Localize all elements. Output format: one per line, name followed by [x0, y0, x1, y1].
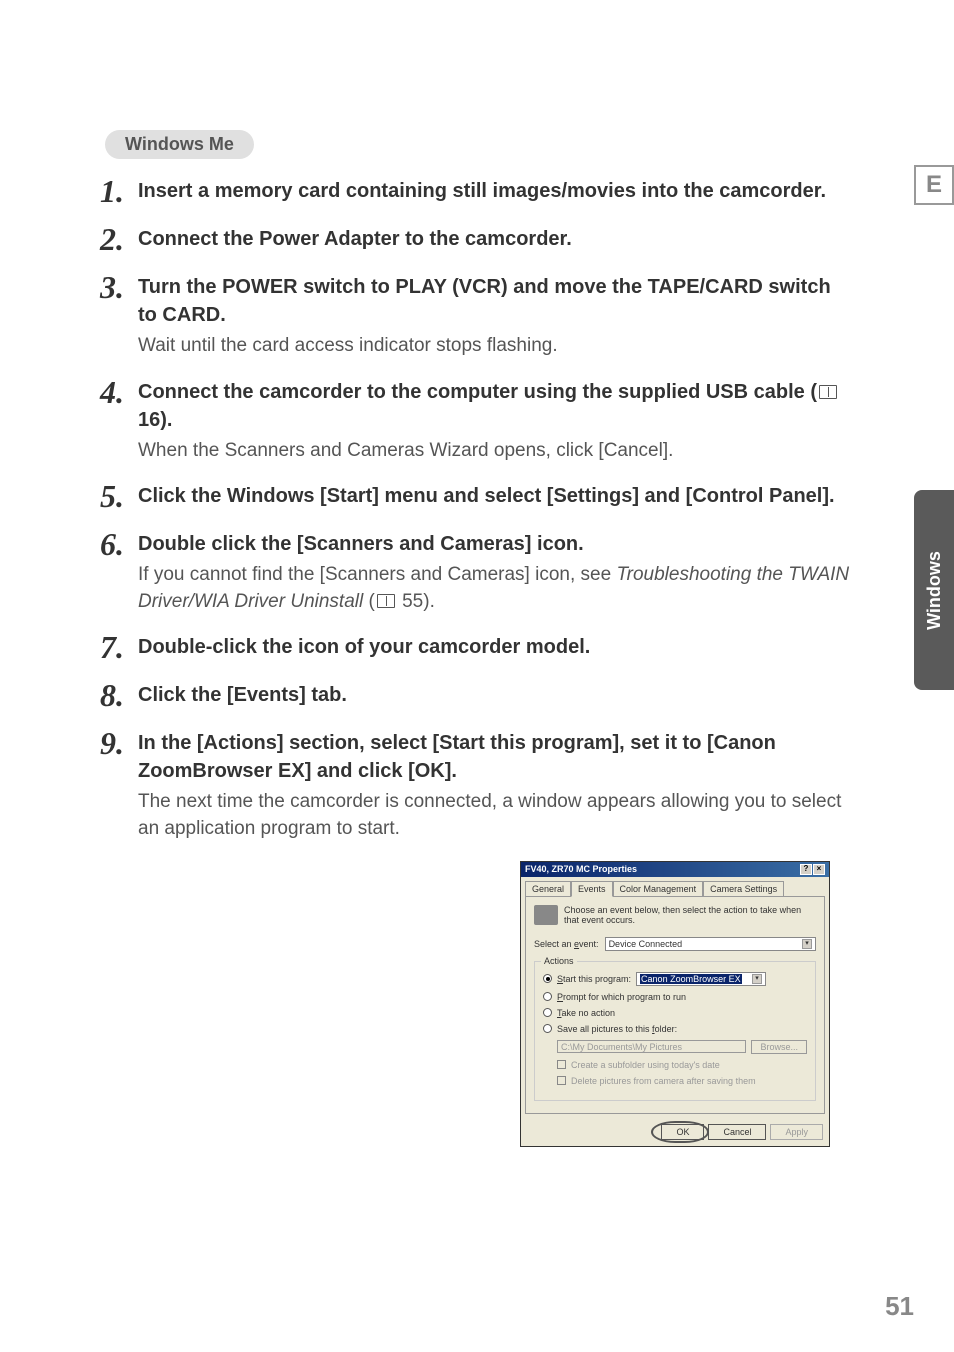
step-number: 2: [100, 223, 138, 255]
step-title: Click the Windows [Start] menu and selec…: [138, 482, 854, 510]
section-tab-windows: Windows: [914, 490, 954, 690]
step-title: Turn the POWER switch to PLAY (VCR) and …: [138, 273, 854, 329]
manual-ref-icon: [377, 594, 395, 608]
page-number: 51: [885, 1291, 914, 1322]
tab-camera-settings[interactable]: Camera Settings: [703, 881, 784, 896]
section-tab-label: Windows: [924, 551, 945, 630]
step-number: 1: [100, 175, 138, 207]
actions-group-label: Actions: [541, 956, 577, 966]
step-subtext: When the Scanners and Cameras Wizard ope…: [138, 438, 854, 465]
step-number: 9: [100, 727, 138, 759]
tab-color-management[interactable]: Color Management: [613, 881, 704, 896]
step-2: 2 Connect the Power Adapter to the camco…: [100, 225, 854, 255]
step-7: 7 Double-click the icon of your camcorde…: [100, 633, 854, 663]
step-title: Double-click the icon of your camcorder …: [138, 633, 854, 661]
step-number: 6: [100, 528, 138, 560]
ok-button[interactable]: OK: [661, 1124, 704, 1140]
step-3: 3 Turn the POWER switch to PLAY (VCR) an…: [100, 273, 854, 360]
radio-take-no-action-label: Take no action: [557, 1008, 615, 1018]
checkbox-subfolder[interactable]: [557, 1060, 566, 1069]
step-title: Insert a memory card containing still im…: [138, 177, 854, 205]
step-sub-post: (: [363, 591, 375, 612]
step-4: 4 Connect the camcorder to the computer …: [100, 378, 854, 465]
step-5: 5 Click the Windows [Start] menu and sel…: [100, 482, 854, 512]
select-event-dropdown[interactable]: Device Connected ▾: [605, 937, 816, 951]
language-badge: E: [914, 165, 954, 205]
properties-dialog: FV40, ZR70 MC Properties ? × General Eve…: [520, 861, 830, 1147]
chevron-down-icon: ▾: [752, 974, 762, 984]
dialog-titlebar: FV40, ZR70 MC Properties ? ×: [521, 862, 829, 877]
step-title: Double click the [Scanners and Cameras] …: [138, 530, 854, 558]
step-sub-pre: If you cannot find the [Scanners and Cam…: [138, 564, 616, 585]
select-event-label: Select an event:: [534, 939, 599, 949]
radio-save-all-label: Save all pictures to this folder:: [557, 1024, 677, 1034]
select-event-value: Device Connected: [609, 939, 683, 949]
step-title: Click the [Events] tab.: [138, 681, 854, 709]
start-program-value: Canon ZoomBrowser EX: [640, 974, 742, 984]
camera-icon: [534, 905, 558, 925]
step-number: 5: [100, 480, 138, 512]
tab-general[interactable]: General: [525, 881, 571, 896]
checkbox-delete[interactable]: [557, 1076, 566, 1085]
page-body: Windows Me 1 Insert a memory card contai…: [0, 0, 954, 1197]
checkbox-delete-label: Delete pictures from camera after saving…: [571, 1076, 756, 1086]
step-sub-ref: 55).: [402, 591, 435, 612]
apply-button[interactable]: Apply: [770, 1124, 823, 1140]
radio-start-program-label: Start this program:: [557, 974, 631, 984]
step-subtext: If you cannot find the [Scanners and Cam…: [138, 562, 854, 615]
radio-take-no-action[interactable]: [543, 1008, 552, 1017]
step-subtext: Wait until the card access indicator sto…: [138, 333, 854, 360]
step-subtext: The next time the camcorder is connected…: [138, 789, 854, 842]
browse-button[interactable]: Browse...: [751, 1040, 807, 1054]
radio-prompt-label: Prompt for which program to run: [557, 992, 686, 1002]
step-title-ref: 16).: [138, 409, 172, 431]
dialog-tabs: General Events Color Management Camera S…: [521, 877, 829, 896]
radio-prompt[interactable]: [543, 992, 552, 1001]
start-program-dropdown[interactable]: Canon ZoomBrowser EX ▾: [636, 972, 766, 986]
dialog-title: FV40, ZR70 MC Properties: [525, 864, 637, 874]
actions-groupbox: Actions Start this program: Canon ZoomBr…: [534, 961, 816, 1101]
step-6: 6 Double click the [Scanners and Cameras…: [100, 530, 854, 615]
manual-ref-icon: [819, 385, 837, 399]
step-title-pre: Connect the camcorder to the computer us…: [138, 381, 817, 403]
close-button[interactable]: ×: [813, 864, 825, 875]
folder-path-field[interactable]: C:\My Documents\My Pictures: [557, 1040, 746, 1053]
step-title: Connect the Power Adapter to the camcord…: [138, 225, 854, 253]
checkbox-subfolder-label: Create a subfolder using today's date: [571, 1060, 720, 1070]
step-number: 7: [100, 631, 138, 663]
tab-events[interactable]: Events: [571, 881, 613, 897]
radio-start-program[interactable]: [543, 974, 552, 983]
step-1: 1 Insert a memory card containing still …: [100, 177, 854, 207]
step-number: 3: [100, 271, 138, 303]
step-number: 4: [100, 376, 138, 408]
dialog-button-row: OK Cancel Apply: [521, 1118, 829, 1146]
cancel-button[interactable]: Cancel: [708, 1124, 766, 1140]
step-8: 8 Click the [Events] tab.: [100, 681, 854, 711]
radio-save-all[interactable]: [543, 1024, 552, 1033]
help-button[interactable]: ?: [800, 864, 812, 875]
os-badge: Windows Me: [105, 130, 254, 159]
step-9: 9 In the [Actions] section, select [Star…: [100, 729, 854, 842]
step-number: 8: [100, 679, 138, 711]
dialog-instruction: Choose an event below, then select the a…: [564, 905, 816, 925]
step-title: Connect the camcorder to the computer us…: [138, 378, 854, 434]
chevron-down-icon: ▾: [802, 939, 812, 949]
step-title: In the [Actions] section, select [Start …: [138, 729, 854, 785]
tab-content-events: Choose an event below, then select the a…: [525, 896, 825, 1114]
